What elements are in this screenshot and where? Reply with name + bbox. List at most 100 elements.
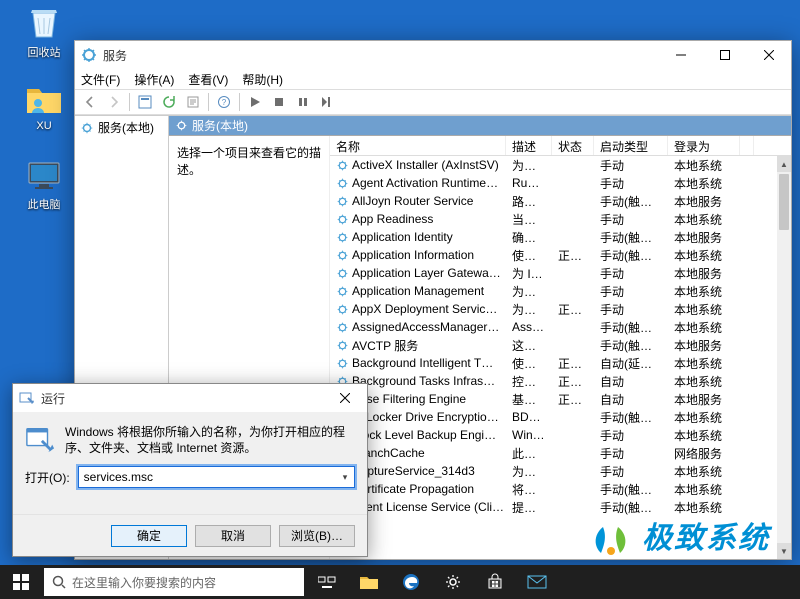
menu-file[interactable]: 文件(F) bbox=[81, 71, 120, 88]
toolbar-restart[interactable] bbox=[316, 91, 338, 113]
taskbar-app-explorer[interactable] bbox=[348, 565, 390, 599]
run-title: 运行 bbox=[41, 390, 323, 407]
service-row[interactable]: ActiveX Installer (AxInstSV)为从…手动本地系统 bbox=[330, 156, 791, 174]
service-row[interactable]: CaptureService_314d3为调…手动本地系统 bbox=[330, 462, 791, 480]
cancel-button[interactable]: 取消 bbox=[195, 525, 271, 547]
titlebar[interactable]: 运行 bbox=[13, 384, 367, 412]
service-row[interactable]: Block Level Backup Engi…Win…手动本地系统 bbox=[330, 426, 791, 444]
toolbar-help[interactable]: ? bbox=[213, 91, 235, 113]
window-title: 服务 bbox=[103, 47, 659, 64]
gear-icon bbox=[336, 303, 349, 316]
toolbar-pause[interactable] bbox=[292, 91, 314, 113]
titlebar[interactable]: 服务 bbox=[75, 41, 791, 69]
service-row[interactable]: BranchCache此服…手动网络服务 bbox=[330, 444, 791, 462]
minimize-button[interactable] bbox=[659, 41, 703, 69]
service-row[interactable]: AppX Deployment Servic…为部…正在…手动本地系统 bbox=[330, 300, 791, 318]
toolbar-start[interactable] bbox=[244, 91, 266, 113]
col-start[interactable]: 启动类型 bbox=[594, 136, 668, 155]
close-button[interactable] bbox=[747, 41, 791, 69]
service-row[interactable]: AssignedAccessManager…Assi…手动(触发…本地系统 bbox=[330, 318, 791, 336]
mail-icon bbox=[527, 575, 547, 589]
vertical-scrollbar[interactable]: ▲ ▼ bbox=[777, 156, 791, 559]
menubar: 文件(F) 操作(A) 查看(V) 帮助(H) bbox=[75, 69, 791, 89]
column-headers[interactable]: 名称 描述 状态 启动类型 登录为 bbox=[330, 136, 791, 156]
taskbar-app-edge[interactable] bbox=[390, 565, 432, 599]
gear-icon bbox=[175, 119, 188, 132]
menu-help[interactable]: 帮助(H) bbox=[242, 71, 283, 88]
scroll-thumb[interactable] bbox=[779, 174, 789, 230]
this-pc-icon bbox=[22, 156, 66, 194]
desktop-icon-label: 回收站 bbox=[14, 44, 74, 60]
watermark: 极致系统 bbox=[586, 507, 796, 563]
toolbar-back[interactable] bbox=[79, 91, 101, 113]
col-logon[interactable]: 登录为 bbox=[668, 136, 740, 155]
taskbar-app-store[interactable] bbox=[474, 565, 516, 599]
scroll-up[interactable]: ▲ bbox=[777, 156, 791, 172]
tree-item-services-local[interactable]: 服务(本地) bbox=[75, 116, 168, 139]
dropdown-toggle[interactable]: ▾ bbox=[336, 467, 354, 487]
desktop-icon-recycle-bin[interactable]: 回收站 bbox=[14, 4, 74, 60]
gear-icon bbox=[336, 267, 349, 280]
taskbar-search[interactable]: 在这里输入你要搜索的内容 bbox=[44, 568, 304, 596]
run-dialog: 运行 Windows 将根据你所输入的名称，为你打开相应的程序、文件夹、文档或 … bbox=[12, 383, 368, 557]
gear-icon bbox=[336, 159, 349, 172]
toolbar-stop[interactable] bbox=[268, 91, 290, 113]
service-row[interactable]: App Readiness当用…手动本地系统 bbox=[330, 210, 791, 228]
service-row[interactable]: AVCTP 服务这是…手动(触发…本地服务 bbox=[330, 336, 791, 354]
desktop-icon-label: 此电脑 bbox=[14, 196, 74, 212]
list-header: 服务(本地) bbox=[169, 116, 791, 136]
windows-logo-icon bbox=[13, 574, 29, 590]
open-label: 打开(O): bbox=[25, 469, 70, 486]
desktop-icon-user-folder[interactable]: XU bbox=[14, 80, 74, 132]
col-name[interactable]: 名称 bbox=[330, 136, 506, 155]
close-button[interactable] bbox=[323, 384, 367, 412]
gear-icon bbox=[336, 285, 349, 298]
gear-icon bbox=[444, 573, 462, 591]
services-app-icon bbox=[81, 47, 97, 63]
col-status[interactable]: 状态 bbox=[552, 136, 594, 155]
taskbar-app-settings[interactable] bbox=[432, 565, 474, 599]
col-desc[interactable]: 描述 bbox=[506, 136, 552, 155]
desktop-icon-this-pc[interactable]: 此电脑 bbox=[14, 156, 74, 212]
menu-view[interactable]: 查看(V) bbox=[188, 71, 228, 88]
gear-icon bbox=[336, 231, 349, 244]
service-row[interactable]: Application Information使用…正在…手动(触发…本地系统 bbox=[330, 246, 791, 264]
service-row[interactable]: AllJoyn Router Service路由…手动(触发…本地服务 bbox=[330, 192, 791, 210]
svg-text:?: ? bbox=[222, 98, 227, 107]
ok-button[interactable]: 确定 bbox=[111, 525, 187, 547]
gear-icon bbox=[336, 177, 349, 190]
toolbar-forward[interactable] bbox=[103, 91, 125, 113]
folder-user-icon bbox=[22, 80, 66, 118]
service-row[interactable]: Base Filtering Engine基本…正在…自动本地服务 bbox=[330, 390, 791, 408]
taskbar: 在这里输入你要搜索的内容 bbox=[0, 565, 800, 599]
run-dialog-icon bbox=[25, 424, 55, 454]
service-row[interactable]: Background Tasks Infras…控制…正在…自动本地系统 bbox=[330, 372, 791, 390]
task-view-icon bbox=[318, 575, 336, 589]
toolbar-properties[interactable] bbox=[134, 91, 156, 113]
start-button[interactable] bbox=[0, 565, 42, 599]
store-icon bbox=[486, 573, 504, 591]
service-row[interactable]: Certificate Propagation将用…手动(触发…本地系统 bbox=[330, 480, 791, 498]
taskbar-app-mail[interactable] bbox=[516, 565, 558, 599]
search-icon bbox=[52, 575, 66, 589]
service-row[interactable]: Agent Activation Runtime…Runt…手动本地系统 bbox=[330, 174, 791, 192]
maximize-button[interactable] bbox=[703, 41, 747, 69]
service-row[interactable]: Application Management为通…手动本地系统 bbox=[330, 282, 791, 300]
service-row[interactable]: Application Layer Gatewa…为 In…手动本地服务 bbox=[330, 264, 791, 282]
gear-icon bbox=[336, 357, 349, 370]
browse-button[interactable]: 浏览(B)… bbox=[279, 525, 355, 547]
run-description: Windows 将根据你所输入的名称，为你打开相应的程序、文件夹、文档或 Int… bbox=[65, 424, 355, 456]
service-row[interactable]: Application Identity确定…手动(触发…本地服务 bbox=[330, 228, 791, 246]
service-list: 名称 描述 状态 启动类型 登录为 ActiveX Installer (AxI… bbox=[329, 136, 791, 559]
toolbar-export[interactable] bbox=[182, 91, 204, 113]
gear-icon bbox=[336, 195, 349, 208]
gear-icon bbox=[336, 249, 349, 262]
open-input[interactable] bbox=[78, 466, 355, 488]
watermark-logo-icon bbox=[586, 509, 638, 561]
toolbar-refresh[interactable] bbox=[158, 91, 180, 113]
service-row[interactable]: Background Intelligent T…使用…正在…自动(延迟…本地系… bbox=[330, 354, 791, 372]
service-row[interactable]: BitLocker Drive Encryptio…BDE…手动(触发…本地系统 bbox=[330, 408, 791, 426]
menu-action[interactable]: 操作(A) bbox=[134, 71, 174, 88]
run-icon bbox=[19, 390, 35, 406]
task-view-button[interactable] bbox=[306, 565, 348, 599]
